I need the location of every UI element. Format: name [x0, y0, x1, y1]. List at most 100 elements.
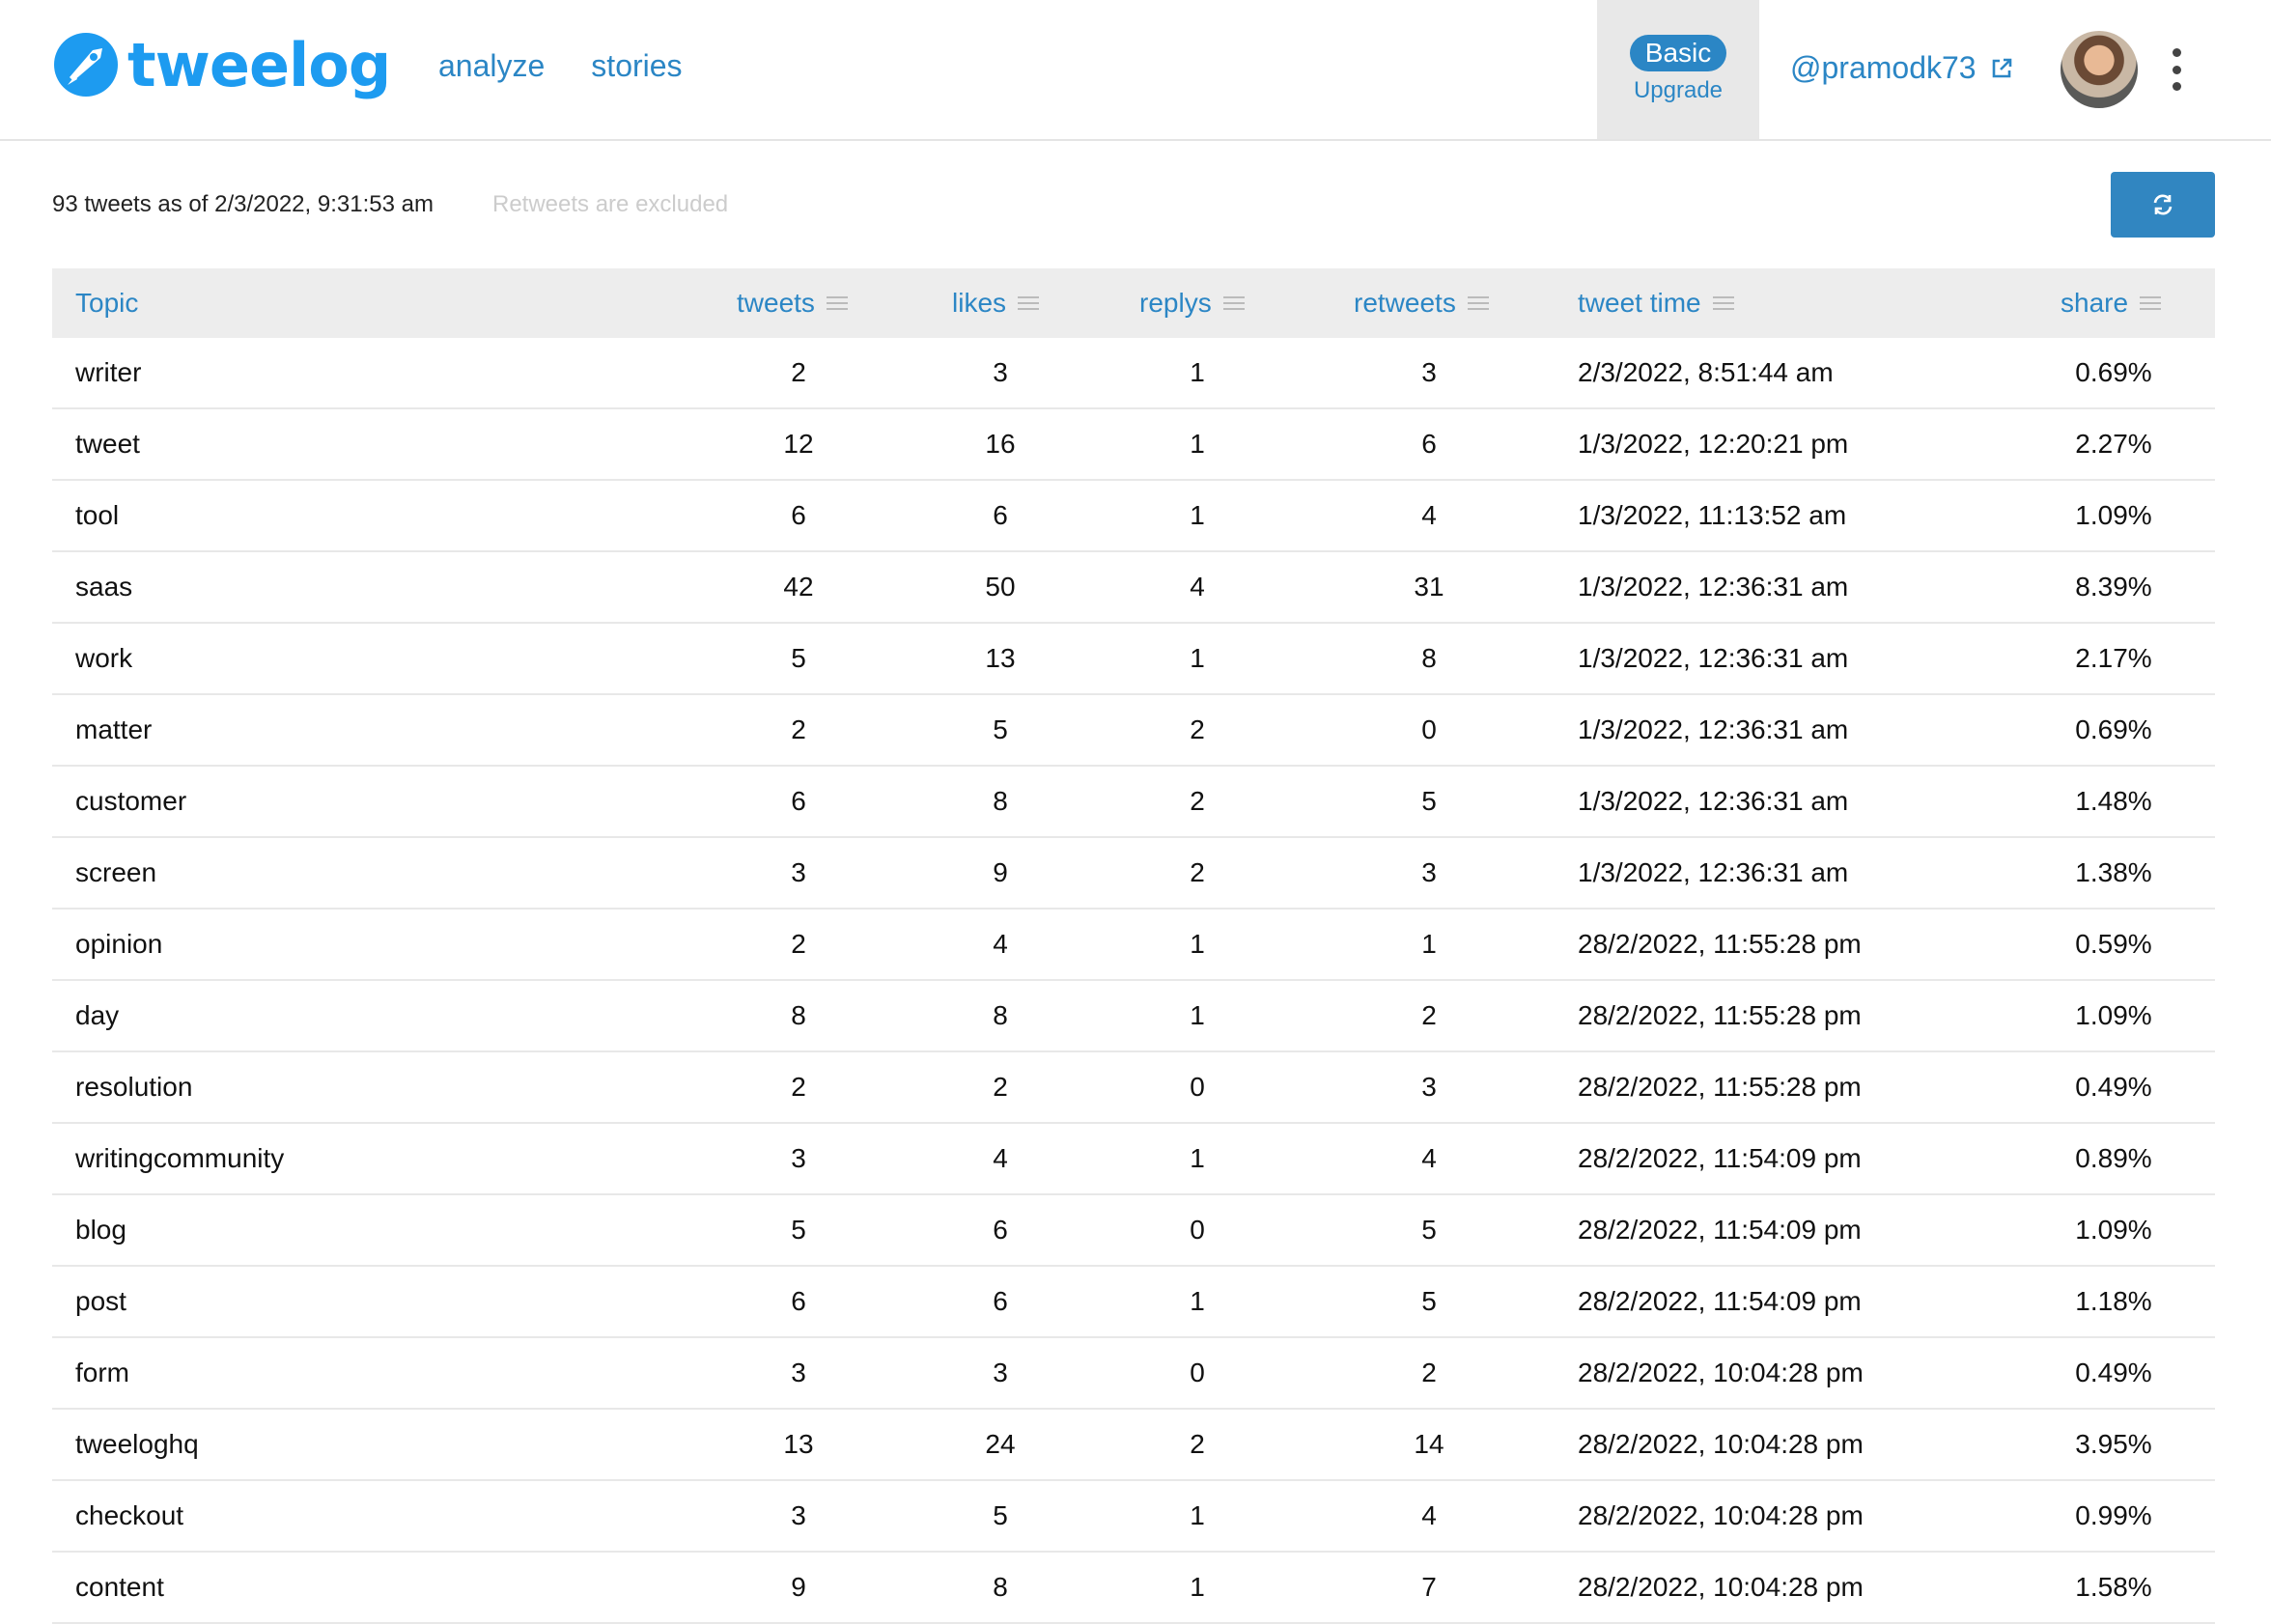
table-row[interactable]: writer 2 3 1 3 2/3/2022, 8:51:44 am 0.69% — [52, 338, 2215, 409]
column-menu-icon[interactable] — [2140, 295, 2162, 311]
likes-cell: 24 — [985, 1429, 1016, 1459]
likes-cell: 8 — [993, 1572, 1008, 1602]
tweet-time-cell: 1/3/2022, 12:36:31 am — [1578, 643, 1849, 673]
table-row[interactable]: resolution 2 2 0 3 28/2/2022, 11:55:28 pm 0.49… — [52, 1052, 2215, 1124]
likes-cell: 8 — [993, 1000, 1008, 1030]
tweet-time-cell: 28/2/2022, 11:55:28 pm — [1578, 929, 1862, 959]
likes-cell: 6 — [993, 1215, 1008, 1245]
tweets-cell: 13 — [783, 1429, 814, 1459]
plan-box[interactable]: Basic Upgrade — [1597, 0, 1759, 139]
retweets-cell: 4 — [1421, 1143, 1437, 1173]
user-profile-link[interactable]: @pramodk73 — [1790, 50, 2013, 86]
table-row[interactable]: saas 42 50 4 31 1/3/2022, 12:36:31 am 8.39% — [52, 552, 2215, 624]
table-row[interactable]: work 5 13 1 8 1/3/2022, 12:36:31 am 2.17% — [52, 624, 2215, 695]
share-cell: 0.69% — [2075, 357, 2152, 387]
tweets-cell: 6 — [791, 500, 806, 530]
column-menu-icon[interactable] — [1222, 295, 1245, 311]
tweets-cell: 6 — [791, 1286, 806, 1316]
table-row[interactable]: writingcommunity 3 4 1 4 28/2/2022, 11:54:09 … — [52, 1124, 2215, 1195]
topic-cell: checkout — [75, 1500, 184, 1530]
kebab-menu-icon[interactable] — [2167, 48, 2186, 91]
retweets-cell: 7 — [1421, 1572, 1437, 1602]
col-tweet-time-label: tweet time — [1578, 288, 1701, 318]
table-row[interactable]: day 8 8 1 2 28/2/2022, 11:55:28 pm 1.09% — [52, 981, 2215, 1052]
column-menu-icon[interactable] — [1467, 295, 1489, 311]
retweets-cell: 4 — [1421, 1500, 1437, 1530]
replys-cell: 1 — [1190, 1286, 1205, 1316]
col-replys[interactable]: replys — [1139, 268, 1245, 338]
table-body: writer 2 3 1 3 2/3/2022, 8:51:44 am 0.69% tweet… — [52, 338, 2215, 1624]
table-row[interactable]: content 9 8 1 7 28/2/2022, 10:04:28 pm 1.58% — [52, 1553, 2215, 1624]
tweets-cell: 5 — [791, 643, 806, 673]
replys-cell: 1 — [1190, 929, 1205, 959]
tweet-time-cell: 28/2/2022, 11:55:28 pm — [1578, 1072, 1862, 1102]
col-share-label: share — [2061, 288, 2129, 318]
nav-analyze[interactable]: analyze — [438, 48, 545, 84]
col-likes-label: likes — [952, 288, 1007, 318]
column-menu-icon[interactable] — [1712, 295, 1734, 311]
column-menu-icon[interactable] — [1018, 295, 1040, 311]
plan-badge: Basic — [1629, 35, 1727, 71]
upgrade-link[interactable]: Upgrade — [1634, 77, 1723, 104]
tweet-time-cell: 28/2/2022, 11:54:09 pm — [1578, 1143, 1862, 1173]
retweets-cell: 3 — [1421, 857, 1437, 887]
table-row[interactable]: tweeloghq 13 24 2 14 28/2/2022, 10:04:28 pm 3.… — [52, 1410, 2215, 1481]
table-row[interactable]: blog 5 6 0 5 28/2/2022, 11:54:09 pm 1.09% — [52, 1195, 2215, 1267]
table-row[interactable]: opinion 2 4 1 1 28/2/2022, 11:55:28 pm 0.59% — [52, 910, 2215, 981]
share-cell: 3.95% — [2075, 1429, 2152, 1459]
topic-cell: tweet — [75, 429, 140, 459]
topic-cell: customer — [75, 786, 187, 816]
tweet-time-cell: 1/3/2022, 12:36:31 am — [1578, 786, 1849, 816]
replys-cell: 1 — [1190, 429, 1205, 459]
tweets-cell: 3 — [791, 1358, 806, 1387]
tweet-time-cell: 28/2/2022, 10:04:28 pm — [1578, 1429, 1864, 1459]
tweet-time-cell: 28/2/2022, 10:04:28 pm — [1578, 1500, 1864, 1530]
retweets-cell: 2 — [1421, 1358, 1437, 1387]
refresh-icon — [2153, 194, 2173, 215]
share-cell: 0.49% — [2075, 1072, 2152, 1102]
replys-cell: 2 — [1190, 714, 1205, 744]
tweets-cell: 3 — [791, 1500, 806, 1530]
likes-cell: 9 — [993, 857, 1008, 887]
column-menu-icon[interactable] — [826, 295, 848, 311]
topic-cell: content — [75, 1572, 164, 1602]
nav-stories[interactable]: stories — [591, 48, 682, 84]
tweet-time-cell: 1/3/2022, 12:36:31 am — [1578, 572, 1849, 602]
table-row[interactable]: form 3 3 0 2 28/2/2022, 10:04:28 pm 0.49% — [52, 1338, 2215, 1410]
retweets-cell: 2 — [1421, 1000, 1437, 1030]
logo[interactable]: tweelog — [50, 29, 391, 100]
user-handle: @pramodk73 — [1790, 50, 1977, 85]
col-retweets[interactable]: retweets — [1354, 268, 1489, 338]
share-cell: 1.18% — [2075, 1286, 2152, 1316]
table-row[interactable]: tool 6 6 1 4 1/3/2022, 11:13:52 am 1.09% — [52, 481, 2215, 552]
refresh-button[interactable] — [2111, 172, 2215, 238]
table-row[interactable]: tweet 12 16 1 6 1/3/2022, 12:20:21 pm 2.27% — [52, 409, 2215, 481]
likes-cell: 6 — [993, 500, 1008, 530]
col-share[interactable]: share — [2061, 268, 2162, 338]
table-row[interactable]: matter 2 5 2 0 1/3/2022, 12:36:31 am 0.69% — [52, 695, 2215, 767]
top-header: tweelog analyze stories Basic Upgrade @p… — [0, 0, 2271, 141]
table-row[interactable]: screen 3 9 2 3 1/3/2022, 12:36:31 am 1.38% — [52, 838, 2215, 910]
tweets-cell: 6 — [791, 786, 806, 816]
col-tweet-time[interactable]: tweet time — [1578, 268, 1734, 338]
likes-cell: 5 — [993, 714, 1008, 744]
table-row[interactable]: customer 6 8 2 5 1/3/2022, 12:36:31 am 1.48% — [52, 767, 2215, 838]
col-tweets[interactable]: tweets — [737, 268, 848, 338]
tweet-time-cell: 28/2/2022, 10:04:28 pm — [1578, 1358, 1864, 1387]
likes-cell: 3 — [993, 357, 1008, 387]
col-replys-label: replys — [1139, 288, 1212, 318]
tweet-time-cell: 28/2/2022, 11:54:09 pm — [1578, 1215, 1862, 1245]
table-row[interactable]: post 6 6 1 5 28/2/2022, 11:54:09 pm 1.18% — [52, 1267, 2215, 1338]
col-topic[interactable]: Topic — [75, 268, 138, 338]
table-row[interactable]: checkout 3 5 1 4 28/2/2022, 10:04:28 pm 0.99% — [52, 1481, 2215, 1553]
external-link-icon — [1992, 58, 2011, 77]
avatar[interactable] — [2061, 31, 2138, 108]
share-cell: 0.69% — [2075, 714, 2152, 744]
share-cell: 2.17% — [2075, 643, 2152, 673]
likes-cell: 5 — [993, 1500, 1008, 1530]
topics-table: Topic tweets likes replys retweets tweet… — [52, 268, 2215, 1624]
topic-cell: writingcommunity — [75, 1143, 285, 1173]
col-likes[interactable]: likes — [952, 268, 1040, 338]
topic-cell: tool — [75, 500, 120, 530]
tweets-cell: 3 — [791, 857, 806, 887]
